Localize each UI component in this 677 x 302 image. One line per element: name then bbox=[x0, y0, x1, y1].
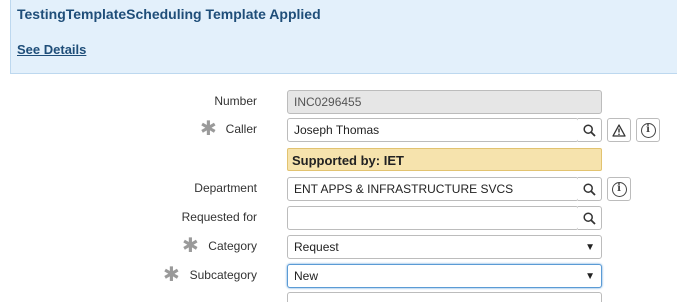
caller-row: ✱ Caller Joseph Thomas i bbox=[0, 118, 677, 142]
number-field: INC0296455 bbox=[287, 90, 602, 114]
department-field[interactable]: ENT APPS & INFRASTRUCTURE SVCS bbox=[287, 177, 579, 201]
department-info-button[interactable]: i bbox=[607, 177, 631, 201]
requested-for-row: Requested for bbox=[0, 206, 677, 230]
requested-for-label: Requested for bbox=[181, 210, 257, 224]
caller-info-button[interactable]: i bbox=[636, 118, 660, 142]
warning-icon bbox=[612, 123, 626, 137]
search-icon bbox=[583, 211, 596, 225]
requested-for-lookup-button[interactable] bbox=[578, 206, 602, 230]
caller-label: Caller bbox=[225, 122, 257, 136]
next-field-partial[interactable] bbox=[287, 292, 602, 302]
search-icon bbox=[583, 123, 596, 137]
caller-lookup-button[interactable] bbox=[578, 118, 602, 142]
requested-for-field[interactable] bbox=[287, 206, 579, 230]
mandatory-icon: ✱ bbox=[163, 264, 180, 286]
mandatory-icon: ✱ bbox=[200, 118, 217, 140]
dropdown-arrow-icon: ▼ bbox=[585, 271, 595, 282]
see-details-link[interactable]: See Details bbox=[17, 42, 86, 57]
subcategory-select[interactable]: New ▼ bbox=[287, 264, 602, 288]
banner-title: TestingTemplateScheduling Template Appli… bbox=[17, 6, 321, 22]
info-icon: i bbox=[640, 122, 656, 138]
department-row: Department ENT APPS & INFRASTRUCTURE SVC… bbox=[0, 177, 677, 201]
supported-by-notice: Supported by: IET bbox=[287, 148, 602, 171]
department-lookup-button[interactable] bbox=[578, 177, 602, 201]
subcategory-label: Subcategory bbox=[189, 268, 257, 282]
mandatory-icon: ✱ bbox=[182, 235, 199, 257]
subcategory-value: New bbox=[294, 269, 319, 283]
department-label: Department bbox=[194, 181, 257, 195]
search-icon bbox=[583, 182, 596, 196]
dropdown-arrow-icon: ▼ bbox=[585, 242, 595, 253]
category-label: Category bbox=[208, 239, 257, 253]
subcategory-row: ✱ Subcategory New ▼ bbox=[0, 264, 677, 288]
category-value: Request bbox=[294, 240, 339, 254]
template-applied-banner: TestingTemplateScheduling Template Appli… bbox=[10, 0, 677, 74]
info-icon: i bbox=[611, 181, 627, 197]
category-select[interactable]: Request ▼ bbox=[287, 235, 602, 259]
number-label: Number bbox=[214, 94, 257, 108]
category-row: ✱ Category Request ▼ bbox=[0, 235, 677, 259]
number-row: Number INC0296455 bbox=[0, 90, 677, 114]
caller-warning-button[interactable] bbox=[607, 118, 631, 142]
caller-field[interactable]: Joseph Thomas bbox=[287, 118, 579, 142]
